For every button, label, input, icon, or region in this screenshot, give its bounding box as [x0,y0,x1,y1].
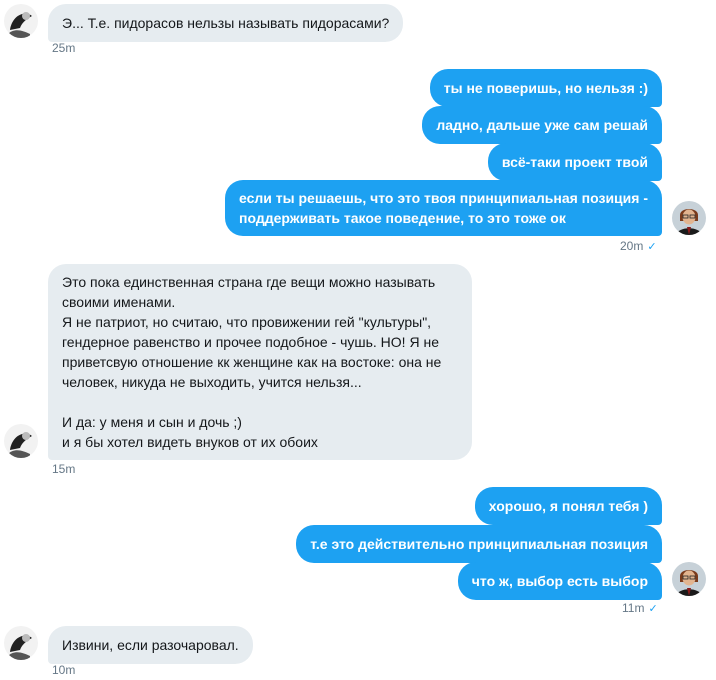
message-timestamp: 11m ✓ [622,601,658,615]
message-bubble-outgoing[interactable]: хорошо, я понял тебя ) [474,487,662,525]
message-timestamp: 15m [52,462,76,476]
message-bubble-outgoing[interactable]: всё-таки проект твой [487,143,662,181]
user-avatar[interactable] [672,201,706,235]
message-timestamp: 20m ✓ [620,239,657,253]
checkmark-icon: ✓ [648,603,658,615]
message-timestamp: 10m [52,663,76,677]
message-timestamp: 25m [52,41,76,55]
message-bubble-outgoing[interactable]: т.е это действительно принципиальная поз… [296,525,662,563]
message-bubble-outgoing[interactable]: ладно, дальше уже сам решай [422,106,662,144]
sender-avatar[interactable] [4,626,38,660]
user-avatar[interactable] [672,562,706,596]
checkmark-icon: ✓ [647,241,657,253]
message-bubble-outgoing[interactable]: если ты решаешь, что это твоя принципиал… [225,180,662,236]
sender-avatar[interactable] [4,4,38,38]
message-bubble-incoming[interactable]: Извини, если разочаровал. [48,626,253,664]
timestamp-text: 20m [620,239,644,253]
message-bubble-outgoing[interactable]: что ж, выбор есть выбор [457,562,662,600]
sender-avatar[interactable] [4,424,38,458]
message-bubble-incoming[interactable]: Э... Т.е. пидорасов нельзы называть пидо… [48,4,404,42]
message-bubble-outgoing[interactable]: ты не поверишь, но нельзя :) [429,69,662,107]
message-bubble-incoming[interactable]: Это пока единственная страна где вещи мо… [48,264,472,460]
timestamp-text: 11m [622,601,645,615]
